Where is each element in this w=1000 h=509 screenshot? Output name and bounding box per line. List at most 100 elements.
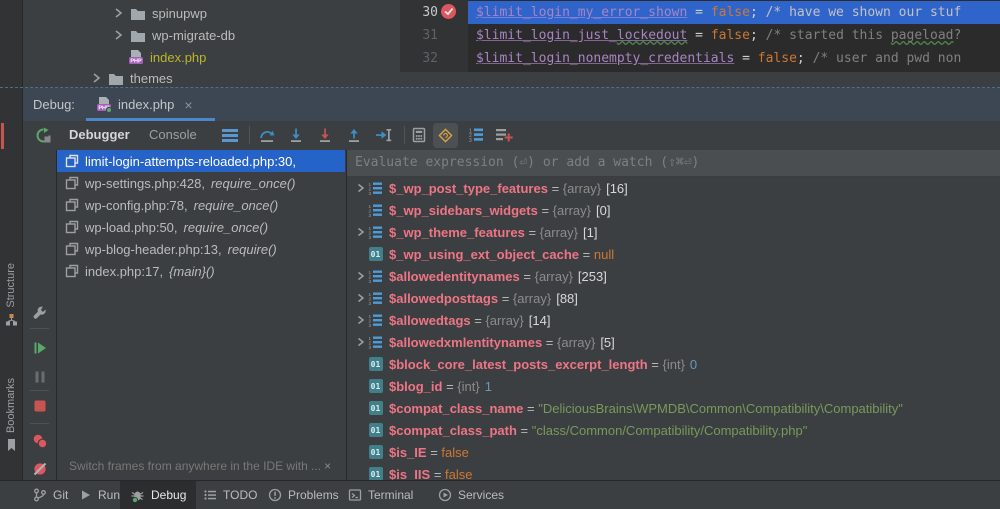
menu-icon[interactable] xyxy=(221,127,239,143)
primitive-icon: 01 xyxy=(368,467,383,480)
frame-row[interactable]: wp-settings.php:428, require_once() xyxy=(57,172,345,194)
rerun-icon[interactable] xyxy=(35,127,52,144)
variable-row[interactable]: 123 $allowedxmlentitynames = {array}[5] xyxy=(347,331,1000,353)
svg-text:3: 3 xyxy=(369,191,372,196)
code-line-30: $limit_login_my_error_shown = false; /* … xyxy=(468,1,1000,24)
wrench-icon[interactable] xyxy=(32,305,48,321)
frame-row[interactable]: wp-blog-header.php:13, require() xyxy=(57,238,345,260)
debug-window-header: Debug: PHP index.php × xyxy=(23,88,1000,122)
statusbar-item-todo[interactable]: TODO xyxy=(193,481,267,509)
variable-row[interactable]: 01 $block_core_latest_posts_excerpt_leng… xyxy=(347,353,1000,375)
debug-session-tab[interactable]: PHP index.php × xyxy=(86,88,215,121)
variable-name: $_wp_post_type_features xyxy=(389,181,548,196)
statusbar-item-services[interactable]: Services xyxy=(428,481,514,509)
evaluate-expression-icon[interactable] xyxy=(411,127,427,144)
array-icon: 123 xyxy=(368,291,383,306)
evaluate-expression-input[interactable]: Evaluate expression (⏎) or add a watch (… xyxy=(347,150,1000,177)
variables-panel: Evaluate expression (⏎) or add a watch (… xyxy=(346,150,1000,480)
line-number[interactable]: 30 xyxy=(422,2,438,23)
variable-row[interactable]: 01 $compat_class_path = "class/Common/Co… xyxy=(347,419,1000,441)
toolbar-separator xyxy=(404,126,405,144)
numbered-list-icon[interactable]: 123 xyxy=(468,127,484,143)
structure-icon xyxy=(5,313,18,326)
variable-row[interactable]: 123 $_wp_post_type_features = {array}[16… xyxy=(347,177,1000,199)
tree-item-label: themes xyxy=(130,71,173,86)
frames-icon xyxy=(65,220,79,234)
tree-item-wp-migrate-db[interactable]: wp-migrate-db xyxy=(112,24,235,46)
primitive-icon: 01 xyxy=(368,445,383,459)
frame-row[interactable]: wp-load.php:50, require_once() xyxy=(57,216,345,238)
view-breakpoints-icon[interactable] xyxy=(32,433,49,450)
variable-row[interactable]: 01 $is_IIS = false xyxy=(347,463,1000,480)
close-icon[interactable]: × xyxy=(184,97,192,113)
variable-value: [0] xyxy=(596,203,610,218)
pause-icon[interactable] xyxy=(32,369,48,385)
step-into-icon[interactable] xyxy=(288,127,304,144)
svg-text:3: 3 xyxy=(369,323,372,328)
chevron-right-icon[interactable] xyxy=(90,72,102,84)
code-editor[interactable]: $limit_login_my_error_shown = false; /* … xyxy=(468,0,1000,72)
statusbar-item-problems[interactable]: Problems xyxy=(258,481,349,509)
variable-value: 1 xyxy=(485,379,492,394)
sidebar-item-structure[interactable]: Structure xyxy=(0,263,22,326)
variable-name: $block_core_latest_posts_excerpt_length xyxy=(389,357,648,372)
resume-icon[interactable] xyxy=(32,340,48,356)
chevron-right-icon[interactable] xyxy=(353,337,368,347)
variable-row[interactable]: 123 $_wp_theme_features = {array}[1] xyxy=(347,221,1000,243)
frame-file: wp-blog-header.php:13, xyxy=(85,242,222,257)
close-icon[interactable]: × xyxy=(324,459,331,473)
run-play-icon xyxy=(78,488,92,502)
tool-window-stripe: Structure Bookmarks xyxy=(0,0,23,480)
tab-label: index.php xyxy=(118,97,174,112)
stop-icon[interactable] xyxy=(32,398,48,414)
line-number[interactable]: 32 xyxy=(422,48,438,69)
mute-breakpoints-icon[interactable] xyxy=(32,461,48,477)
code-variable: $limit_login_my_error_shown xyxy=(476,5,687,20)
frame-row[interactable]: index.php:17, {main}() xyxy=(57,260,345,282)
variable-row[interactable]: 01 $_wp_using_ext_object_cache = null xyxy=(347,243,1000,265)
step-over-icon[interactable] xyxy=(259,127,276,144)
frame-row[interactable]: wp-config.php:78, require_once() xyxy=(57,194,345,216)
variable-value: "class/Common/Compatibility/Compatibilit… xyxy=(532,423,808,438)
chevron-right-icon[interactable] xyxy=(353,271,368,281)
variable-row[interactable]: 123 $allowedentitynames = {array}[253] xyxy=(347,265,1000,287)
variable-value: [16] xyxy=(606,181,628,196)
chevron-right-icon[interactable] xyxy=(353,183,368,193)
variable-row[interactable]: 123 $allowedposttags = {array}[88] xyxy=(347,287,1000,309)
variable-row[interactable]: 123 $_wp_sidebars_widgets = {array}[0] xyxy=(347,199,1000,221)
breakpoint-icon[interactable] xyxy=(441,4,456,19)
editor-gutter: 30 31 32 xyxy=(400,0,468,72)
statusbar-item-debug[interactable]: Debug xyxy=(120,481,196,509)
variable-row[interactable]: 01 $is_IE = false xyxy=(347,441,1000,463)
chevron-right-icon[interactable] xyxy=(112,29,124,41)
chevron-right-icon[interactable] xyxy=(112,7,124,19)
statusbar-item-terminal[interactable]: Terminal xyxy=(338,481,423,509)
primitive-icon: 01 xyxy=(368,357,383,371)
tab-debugger[interactable]: Debugger xyxy=(69,121,130,149)
status-bar: Git Run Debug TODO Problems Terminal Ser… xyxy=(0,480,1000,509)
add-watch-icon[interactable] xyxy=(495,127,513,143)
variable-name: $allowedposttags xyxy=(389,291,498,306)
frames-icon xyxy=(65,198,79,212)
tab-console[interactable]: Console xyxy=(149,121,197,149)
tree-item-spinupwp[interactable]: spinupwp xyxy=(112,2,207,24)
variable-row[interactable]: 123 $allowedtags = {array}[14] xyxy=(347,309,1000,331)
step-out-icon[interactable] xyxy=(346,127,362,144)
variable-name: $_wp_theme_features xyxy=(389,225,525,240)
chevron-right-icon[interactable] xyxy=(353,315,368,325)
run-to-cursor-icon[interactable] xyxy=(375,127,393,144)
line-number[interactable]: 31 xyxy=(422,25,438,46)
variable-row[interactable]: 01 $blog_id = {int}1 xyxy=(347,375,1000,397)
frame-file: wp-settings.php:428, xyxy=(85,176,205,191)
force-step-into-icon[interactable] xyxy=(317,127,333,144)
diamond-toggle-icon[interactable] xyxy=(433,123,458,148)
sidebar-item-bookmarks[interactable]: Bookmarks xyxy=(0,378,22,452)
variable-row[interactable]: 01 $compat_class_name = "DeliciousBrains… xyxy=(347,397,1000,419)
tree-item-index-php[interactable]: PHP index.php xyxy=(128,46,206,68)
tree-item-themes[interactable]: themes xyxy=(90,67,173,87)
chevron-right-icon[interactable] xyxy=(353,227,368,237)
primitive-icon: 01 xyxy=(368,423,383,437)
chevron-right-icon[interactable] xyxy=(353,293,368,303)
frame-row-selected[interactable]: limit-login-attempts-reloaded.php:30, xyxy=(57,150,345,172)
bookmarks-label: Bookmarks xyxy=(5,378,17,433)
